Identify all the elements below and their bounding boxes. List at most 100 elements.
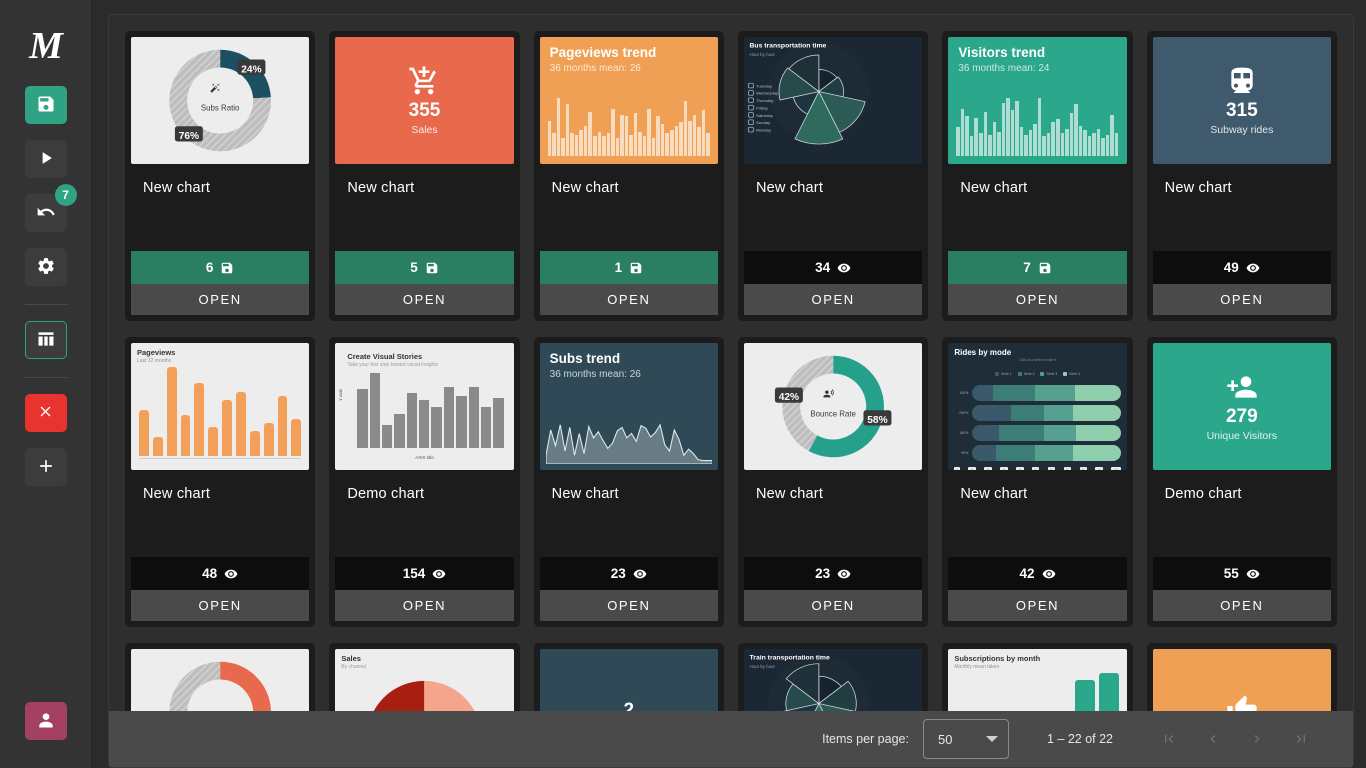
row-label: 180% [959, 431, 969, 435]
chart-thumbnail[interactable]: Subscriptions by month Monthly mean take… [948, 649, 1127, 711]
chart-thumbnail[interactable] [1152, 649, 1331, 711]
chart-card-stat[interactable]: 23 [539, 557, 718, 590]
open-chart-button[interactable]: OPEN [1152, 284, 1331, 315]
chart-card[interactable]: Create Visual Stories Take your first st… [329, 337, 520, 627]
stat-value: 55 [1223, 566, 1239, 581]
chart-thumbnail[interactable]: Sales By channel [335, 649, 514, 711]
kpi-label: Sales [411, 123, 438, 136]
x-tick: 100 [1111, 467, 1121, 470]
chart-card[interactable]: 315 Subway rides New chart 49 OPEN [1146, 31, 1337, 321]
eye-icon [837, 569, 851, 578]
chart-card[interactable]: 355 Sales New chart 5 OPEN [329, 31, 520, 321]
chart-card[interactable]: Pageviews Last 12 months New chart 48 OPEN [125, 337, 316, 627]
chevron-right-icon [1254, 735, 1260, 743]
open-chart-button[interactable]: OPEN [335, 590, 514, 621]
last-page-button[interactable] [1279, 719, 1323, 759]
user-account-button[interactable] [24, 702, 67, 740]
open-chart-button[interactable]: OPEN [335, 284, 514, 315]
stat-value: 49 [1223, 260, 1239, 275]
chart-card[interactable]: OPEN [1146, 643, 1337, 711]
trend-bars [547, 98, 710, 156]
chart-thumbnail[interactable]: Bus transportation time Hour by hour Tue… [743, 37, 923, 164]
chart-thumbnail[interactable]: Pageviews trend 36 months mean: 26 [539, 37, 718, 164]
stat-value: 1 [614, 260, 623, 275]
x-tick: 20 [984, 467, 992, 470]
chart-card[interactable]: 58% 42% Bounce Rate New chart 23 OPEN [737, 337, 929, 627]
open-chart-button[interactable]: OPEN [743, 284, 923, 315]
next-page-button[interactable] [1235, 719, 1279, 759]
legend-item[interactable]: Serie 1 [994, 372, 1012, 376]
cart-plus-icon [409, 66, 437, 95]
stat-value: 34 [815, 260, 831, 275]
thumb-title: Rides by mode [954, 348, 1012, 357]
chart-card-stat[interactable]: 34 [743, 251, 923, 284]
chart-card[interactable]: Bus transportation time Hour by hour Tue… [737, 31, 929, 321]
chart-thumbnail[interactable]: 355 Sales [335, 37, 514, 164]
stacked-row: 180% [954, 425, 1121, 441]
open-chart-button[interactable]: OPEN [131, 590, 310, 621]
chart-card-stat[interactable]: 55 [1152, 557, 1331, 590]
chart-card[interactable]: OPEN [125, 643, 316, 711]
chart-thumbnail[interactable]: Pageviews Last 12 months [131, 343, 310, 470]
legend-item[interactable]: Serie 2 [1017, 372, 1034, 376]
open-chart-button[interactable]: OPEN [743, 590, 923, 621]
open-chart-button[interactable]: OPEN [131, 284, 310, 315]
chart-thumbnail[interactable]: Rides by mode Click on a series to hide … [948, 343, 1127, 470]
chart-card-stat[interactable]: 48 [131, 557, 310, 590]
chart-card[interactable]: 24% 76% Subs Ratio New chart 6 OPEN [125, 31, 316, 321]
chart-card-stat[interactable]: 23 [743, 557, 923, 590]
trend-subtitle: 36 months mean: 26 [549, 369, 641, 380]
chart-card[interactable]: Visitors trend 36 months mean: 24 New ch… [942, 31, 1133, 321]
chart-card[interactable]: Sales By channel OPEN [329, 643, 520, 711]
chart-card-stat[interactable]: 1 [539, 251, 718, 284]
open-chart-button[interactable]: OPEN [948, 284, 1127, 315]
open-chart-button[interactable]: OPEN [539, 590, 718, 621]
prev-page-button[interactable] [1191, 719, 1235, 759]
chart-card-title: Demo chart [1164, 486, 1242, 502]
chart-card[interactable]: Train transportation time Hour by hour O… [737, 643, 929, 711]
thumb-subtitle: Monthly mean taken [954, 664, 1000, 670]
eye-icon [837, 263, 851, 272]
polar-chart-thumb: Bus transportation time Hour by hour Tue… [743, 37, 923, 164]
chart-card[interactable]: Subscriptions by month Monthly mean take… [942, 643, 1133, 711]
undo-button[interactable]: 7 [24, 184, 77, 232]
chevron-down-icon [985, 736, 998, 742]
play-button[interactable] [24, 140, 67, 178]
first-page-button[interactable] [1147, 719, 1191, 759]
chart-thumbnail[interactable]: Train transportation time Hour by hour [743, 649, 923, 711]
chart-card[interactable]: Subs trend 36 months mean: 26 New chart 2… [533, 337, 724, 627]
chart-card[interactable]: Rides by mode Click on a series to hide … [942, 337, 1133, 627]
chart-thumbnail[interactable]: 58% 42% Bounce Rate [743, 343, 923, 470]
chart-thumbnail[interactable]: 279 Unique Visitors [1152, 343, 1331, 470]
eye-icon [432, 569, 446, 578]
chart-card-stat[interactable]: 6 [131, 251, 310, 284]
trend-header: Visitors trend 36 months mean: 24 [958, 45, 1049, 74]
grid-view-button[interactable] [24, 321, 67, 359]
open-chart-button[interactable]: OPEN [1152, 590, 1331, 621]
chart-thumbnail[interactable]: Create Visual Stories Take your first st… [335, 343, 514, 470]
delete-button[interactable] [24, 394, 67, 432]
chart-thumbnail[interactable]: Subs trend 36 months mean: 26 [539, 343, 718, 470]
chart-thumbnail[interactable] [131, 649, 310, 711]
legend-item[interactable]: Serie 4 [1063, 372, 1080, 376]
add-button[interactable] [24, 448, 67, 486]
chart-card-stat[interactable]: 42 [948, 557, 1127, 590]
settings-button[interactable] [24, 248, 67, 286]
chart-thumbnail[interactable]: 2 [539, 649, 718, 711]
legend-item[interactable]: Serie 3 [1040, 372, 1057, 376]
trend-header: Pageviews trend 36 months mean: 26 [550, 45, 657, 74]
chart-card-stat[interactable]: 154 [335, 557, 514, 590]
chart-card-stat[interactable]: 7 [948, 251, 1127, 284]
chart-card[interactable]: 2 OPEN [533, 643, 724, 711]
open-chart-button[interactable]: OPEN [539, 284, 718, 315]
page-size-select[interactable]: 50 [922, 719, 1009, 759]
chart-card-stat[interactable]: 5 [335, 251, 514, 284]
save-button[interactable] [24, 86, 67, 124]
chart-card[interactable]: 279 Unique Visitors Demo chart 55 OPEN [1146, 337, 1337, 627]
chart-thumbnail[interactable]: 24% 76% Subs Ratio [131, 37, 310, 164]
chart-card-stat[interactable]: 49 [1152, 251, 1331, 284]
chart-card[interactable]: Pageviews trend 36 months mean: 26 New c… [533, 31, 724, 321]
chart-thumbnail[interactable]: 315 Subway rides [1152, 37, 1331, 164]
chart-thumbnail[interactable]: Visitors trend 36 months mean: 24 [948, 37, 1127, 164]
open-chart-button[interactable]: OPEN [948, 590, 1127, 621]
